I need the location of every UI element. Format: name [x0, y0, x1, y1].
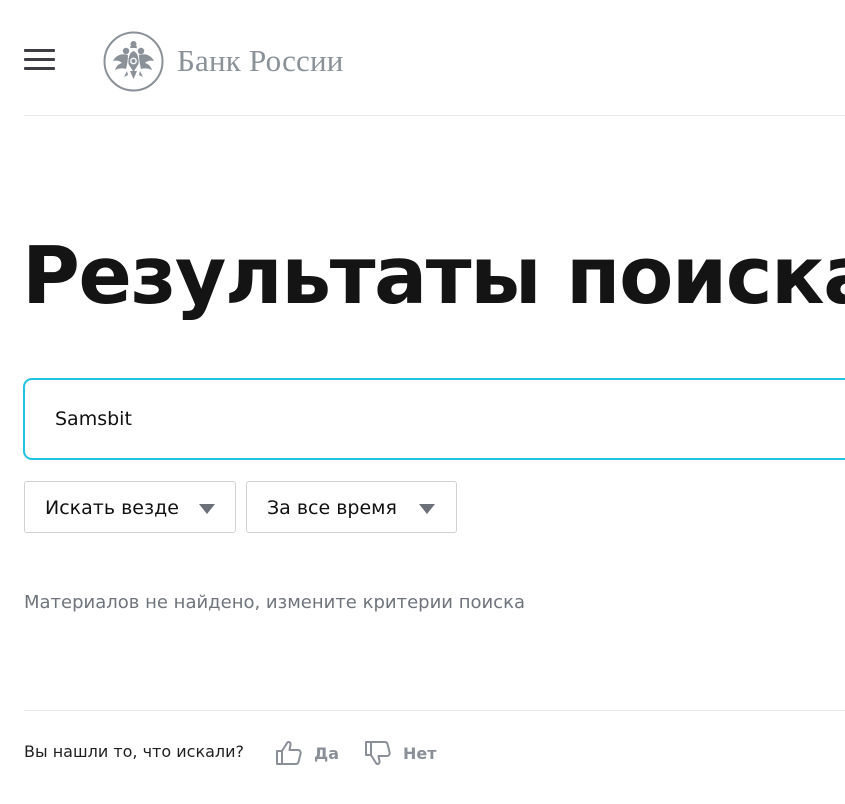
search-input[interactable]	[55, 380, 815, 458]
chevron-down-icon	[199, 504, 215, 514]
empty-results-message: Материалов не найдено, измените критерии…	[24, 592, 525, 613]
thumbs-up-icon	[276, 740, 302, 765]
feedback-no-button[interactable]: Нет	[363, 736, 437, 770]
feedback-no-label: Нет	[403, 743, 437, 763]
filter-scope-label: Искать везде	[45, 497, 179, 519]
page-title: Результаты поиска	[22, 230, 845, 322]
feedback-question: Вы нашли то, что искали?	[24, 742, 245, 761]
chevron-down-icon	[419, 504, 435, 514]
logo-text: Банк России	[177, 43, 344, 78]
filter-scope-dropdown[interactable]: Искать везде	[24, 481, 236, 533]
header-divider	[24, 115, 845, 116]
filter-period-dropdown[interactable]: За все время	[246, 481, 457, 533]
hamburger-menu-icon[interactable]	[24, 49, 55, 71]
site-header: Банк России	[0, 0, 845, 116]
thumbs-down-icon	[365, 741, 391, 766]
search-box[interactable]	[23, 378, 845, 460]
bank-logo[interactable]: Банк России	[103, 30, 344, 92]
feedback-yes-button[interactable]: Да	[274, 736, 339, 770]
filter-period-label: За все время	[267, 497, 397, 519]
feedback-divider	[24, 710, 845, 711]
feedback-yes-label: Да	[314, 743, 340, 763]
eagle-emblem-icon	[103, 31, 164, 91]
